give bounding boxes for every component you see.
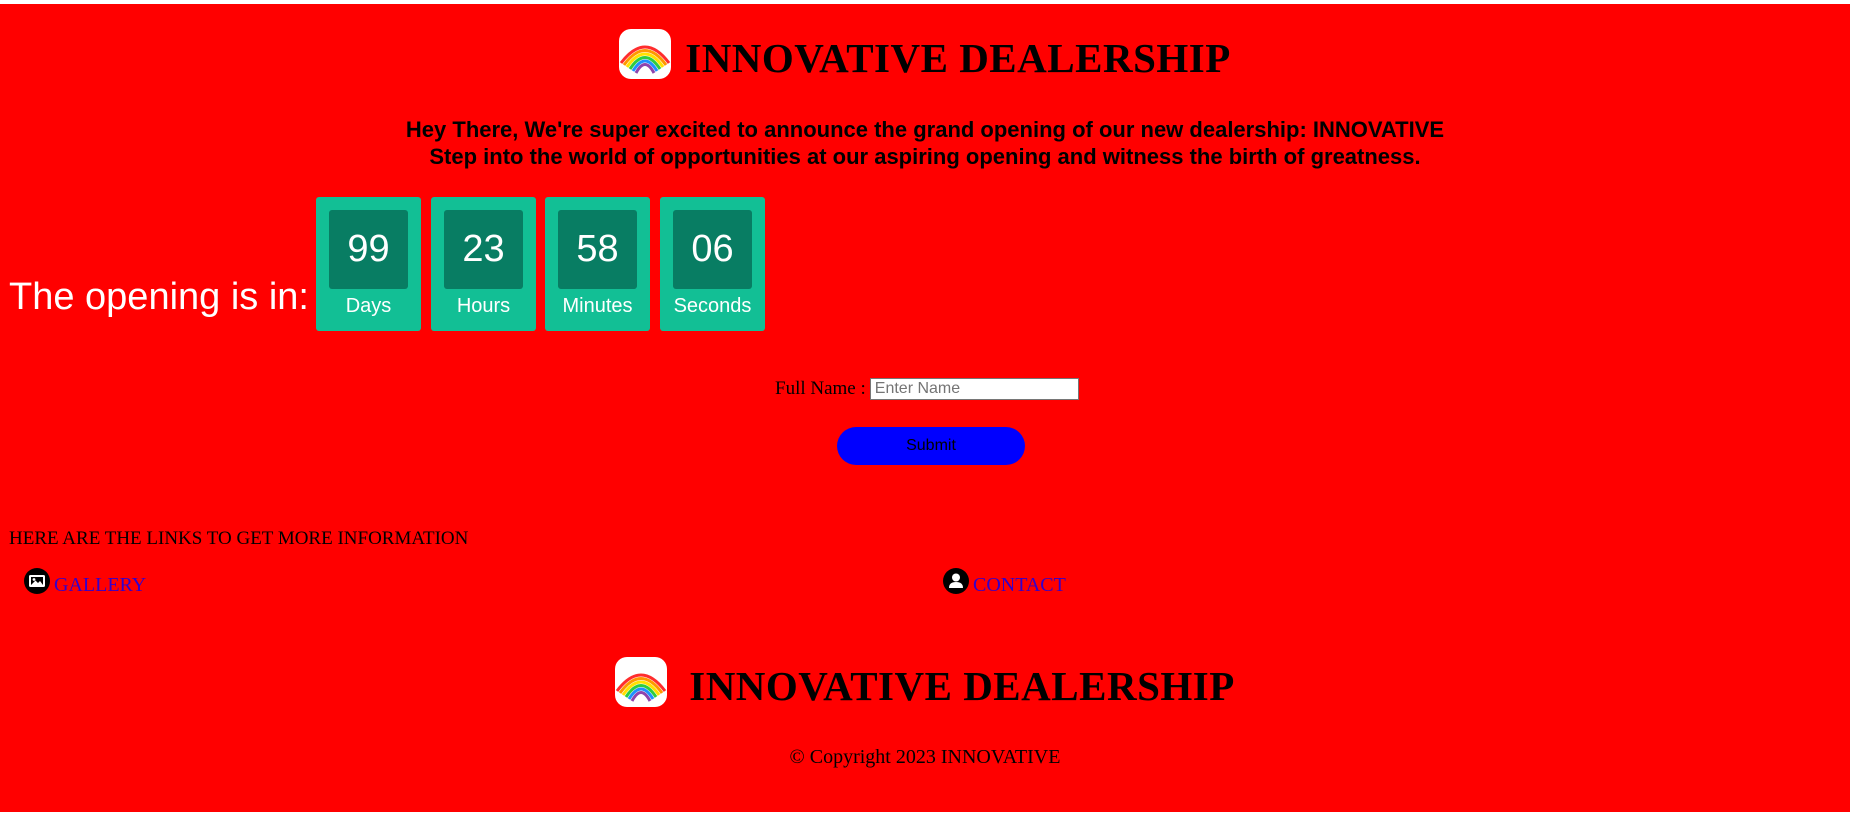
gallery-link-text[interactable]: GALLERY: [54, 574, 146, 597]
countdown-minutes-unit: Minutes: [562, 295, 633, 317]
image-icon: [24, 567, 50, 594]
countdown-seconds: 06 Seconds: [660, 197, 765, 331]
submit-button[interactable]: Submit: [837, 427, 1025, 465]
countdown-minutes-value: 58: [558, 210, 637, 289]
countdown-hours-value: 23: [444, 210, 523, 289]
intro-text: Hey There, We're super excited to announ…: [0, 116, 1850, 170]
contact-link-text[interactable]: CONTACT: [973, 574, 1066, 597]
full-name-input[interactable]: [869, 378, 1079, 400]
countdown-days-unit: Days: [345, 295, 392, 317]
footer-brand: INNOVATIVE DEALERSHIP: [0, 656, 1850, 707]
footer-title: INNOVATIVE DEALERSHIP: [689, 663, 1235, 709]
countdown-days: 99 Days: [316, 197, 421, 331]
intro-line-1: Hey There, We're super excited to announ…: [405, 117, 1445, 142]
countdown-seconds-value: 06: [673, 210, 752, 289]
rainbow-logo-icon: [615, 656, 668, 707]
gallery-link[interactable]: GALLERY: [24, 564, 146, 597]
countdown-minutes: 58 Minutes: [545, 197, 650, 331]
contact-link[interactable]: CONTACT: [943, 564, 1066, 597]
copyright-text: © Copyright 2023 INNOVATIVE: [789, 746, 1061, 768]
countdown-seconds-unit: Seconds: [673, 295, 752, 317]
countdown-label: The opening is in:: [9, 276, 309, 318]
countdown-hours: 23 Hours: [431, 197, 536, 331]
links-heading: HERE ARE THE LINKS TO GET MORE INFORMATI…: [9, 528, 469, 549]
full-name-label: Full Name :: [775, 378, 866, 399]
countdown-days-value: 99: [329, 210, 408, 289]
countdown-hours-unit: Hours: [456, 295, 511, 317]
intro-line-2: Step into the world of opportunities at …: [429, 144, 1421, 169]
user-icon: [943, 567, 969, 594]
header-title: INNOVATIVE DEALERSHIP: [685, 35, 1231, 81]
page: INNOVATIVE DEALERSHIP Hey There, We're s…: [0, 4, 1850, 812]
rainbow-logo-icon: [619, 28, 672, 79]
name-form: Full Name :: [775, 378, 1079, 400]
header-brand: INNOVATIVE DEALERSHIP: [0, 28, 1850, 79]
